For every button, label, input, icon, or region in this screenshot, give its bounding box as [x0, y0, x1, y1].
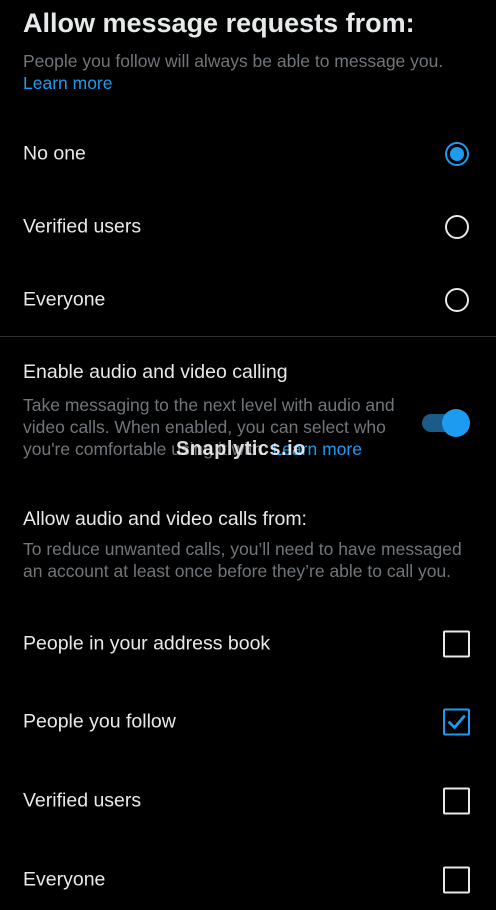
calls-from-title: Allow audio and video calls from: [23, 508, 307, 530]
radio-option-verified-users[interactable]: Verified users [0, 197, 496, 257]
radio-option-no-one[interactable]: No one [0, 124, 496, 184]
radio-option-label: Everyone [23, 288, 106, 311]
checkbox-option-people-you-follow[interactable]: People you follow [0, 692, 496, 752]
toggle-knob [442, 409, 470, 437]
message-requests-description: People you follow will always be able to… [23, 50, 483, 94]
radio-button-selected[interactable] [445, 142, 469, 166]
checkbox[interactable] [443, 866, 470, 894]
radio-button[interactable] [445, 288, 469, 312]
checkbox-option-everyone[interactable]: Everyone [0, 850, 496, 910]
calling-title: Enable audio and video calling [23, 361, 288, 383]
watermark-text: Snaplytics.io [176, 438, 306, 460]
checkbox-option-verified-users[interactable]: Verified users [0, 771, 496, 831]
radio-option-label: Verified users [23, 215, 142, 238]
checkbox-option-label: People you follow [23, 710, 176, 733]
checkbox-option-label: Everyone [23, 868, 106, 891]
learn-more-link[interactable]: Learn more [23, 73, 113, 93]
calling-toggle[interactable] [422, 408, 472, 438]
radio-button[interactable] [445, 215, 469, 239]
checkbox-checked[interactable] [443, 708, 470, 736]
checkbox-option-address-book[interactable]: People in your address book [0, 614, 496, 674]
checkbox-option-label: Verified users [23, 789, 142, 812]
message-requests-heading: Allow message requests from: [23, 8, 415, 38]
checkbox-option-label: People in your address book [23, 632, 271, 655]
checkmark-icon [448, 715, 466, 729]
calls-from-description: To reduce unwanted calls, you’ll need to… [23, 539, 462, 581]
checkbox[interactable] [443, 630, 470, 658]
message-requests-description-text: People you follow will always be able to… [23, 51, 444, 71]
checkbox[interactable] [443, 787, 470, 815]
radio-option-everyone[interactable]: Everyone [0, 270, 496, 330]
radio-option-label: No one [23, 142, 86, 165]
section-divider [0, 336, 496, 337]
